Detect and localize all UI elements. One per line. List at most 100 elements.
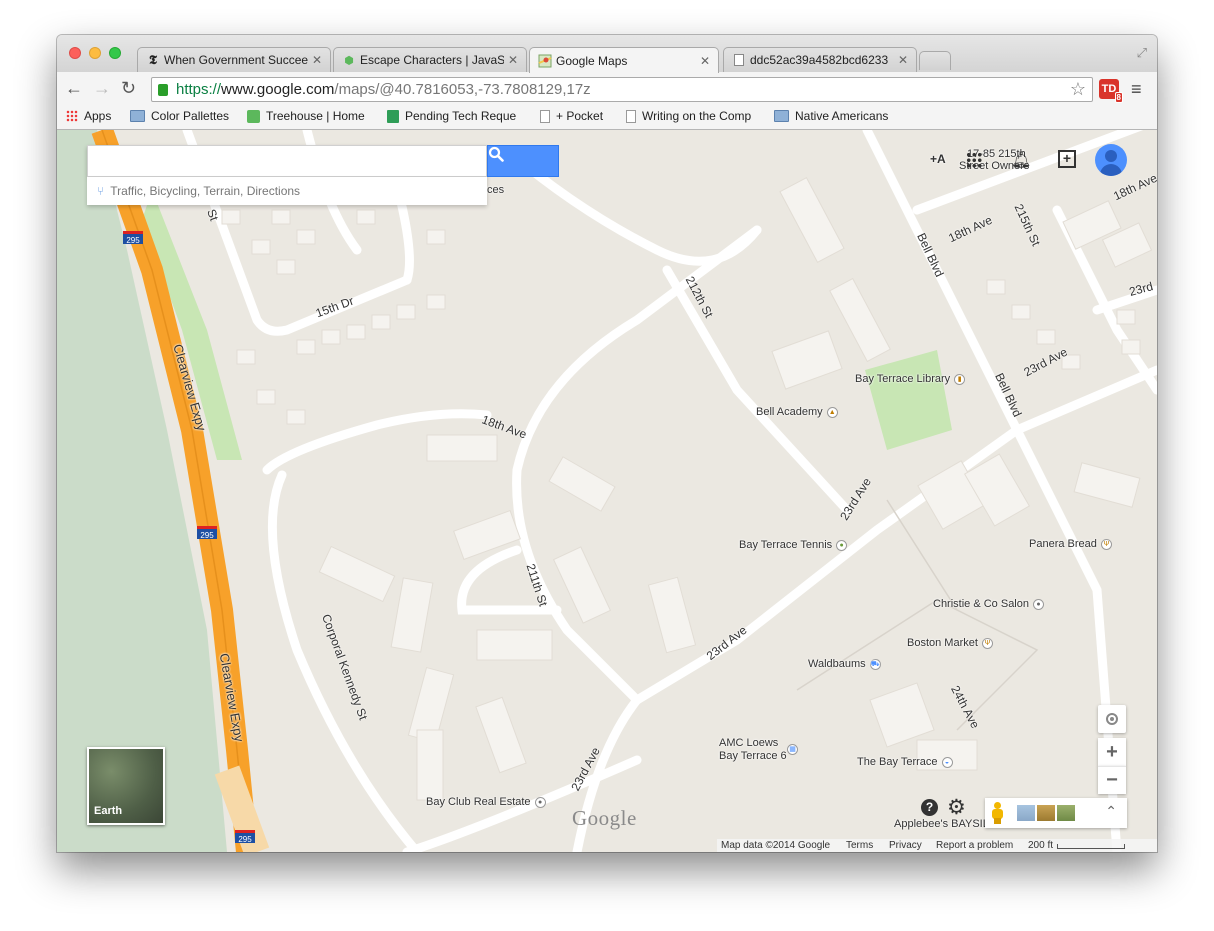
zoom-out-button[interactable]: − (1098, 766, 1126, 794)
lock-icon (158, 83, 168, 96)
bookmark-label: Native Americans (795, 109, 889, 123)
bookmark-writing[interactable]: Writing on the Comp (626, 109, 751, 123)
expand-chevron-icon[interactable]: ⌃ (1105, 803, 1117, 820)
business-icon: ● (534, 796, 546, 808)
place-waldbaums[interactable]: Waldbaums ⛟ (808, 658, 881, 670)
scale-bar (1057, 844, 1125, 849)
place-the-bay-terrace[interactable]: The Bay Terrace ◒ (857, 756, 953, 768)
bookmark-native-americans[interactable]: Native Americans (774, 109, 888, 123)
earth-view-toggle[interactable]: Earth (87, 747, 165, 825)
star-icon[interactable]: ☆ (1070, 79, 1086, 100)
menu-icon[interactable]: ≡ (1131, 79, 1142, 100)
apps-grid-icon (66, 110, 78, 122)
bookmark-label: Color Pallettes (151, 109, 230, 123)
google-logo: Google (572, 806, 637, 830)
close-tab-icon[interactable]: ✕ (312, 53, 322, 67)
suggestion-text: Traffic, Bicycling, Terrain, Directions (110, 184, 301, 198)
privacy-link[interactable]: Privacy (889, 840, 922, 851)
folder-icon (774, 110, 789, 122)
map-canvas[interactable]: ⑂ Traffic, Bicycling, Terrain, Direction… (57, 130, 1157, 852)
bookmarks-bar: Apps Color Pallettes Treehouse | Home Pe… (57, 106, 1157, 130)
minus-icon: − (1106, 769, 1118, 791)
bookmark-pocket[interactable]: + Pocket (540, 109, 603, 123)
search-input[interactable] (87, 145, 487, 177)
place-bay-club-real-estate[interactable]: Bay Club Real Estate ● (426, 796, 546, 808)
report-problem-link[interactable]: Report a problem (936, 840, 1013, 851)
bookmark-label: Apps (84, 109, 112, 123)
minimize-window-button[interactable] (89, 47, 101, 59)
tab-nytimes[interactable]: 𝕿 When Government Succeeds ✕ (137, 47, 331, 72)
notifications-bell-icon[interactable]: 🔔︎ (1011, 150, 1031, 170)
sports-icon: ● (836, 539, 848, 551)
close-window-button[interactable] (69, 47, 81, 59)
back-arrow-icon[interactable]: ← (65, 78, 83, 99)
place-christie-salon[interactable]: Christie & Co Salon ● (933, 598, 1044, 610)
bookmark-label: Pending Tech Reque (405, 109, 517, 123)
place-bay-terrace-tennis[interactable]: Bay Terrace Tennis ● (739, 539, 848, 551)
shopping-bag-icon: ◒ (941, 756, 953, 768)
close-tab-icon[interactable]: ✕ (898, 53, 908, 67)
place-boston-market[interactable]: Boston Market Ψ (907, 637, 993, 649)
map-footer: Map data ©2014 Google Terms Privacy Repo… (717, 839, 1157, 852)
directions-fork-icon: ⑂ (97, 184, 105, 198)
highway-shield-icon: 295 (235, 830, 255, 844)
tab-label: ddc52ac39a4582bcd6233 (750, 53, 889, 67)
browser-window: 𝕿 When Government Succeeds ✕ ⬢ Escape Ch… (57, 35, 1157, 852)
tab-ddc52[interactable]: ddc52ac39a4582bcd6233 ✕ (723, 47, 917, 72)
reload-icon[interactable]: ↻ (121, 78, 136, 99)
place-amc-loews[interactable]: AMC Loews Bay Terrace 6 (719, 737, 787, 763)
bookmark-apps[interactable]: Apps (66, 109, 111, 123)
search-field[interactable] (88, 146, 486, 176)
restaurant-icon: Ψ (981, 637, 993, 649)
imagery-thumbnail-2[interactable] (1037, 805, 1055, 821)
new-tab-button[interactable] (919, 51, 951, 70)
location-target-icon (1106, 713, 1118, 725)
zoom-in-button[interactable]: + (1098, 738, 1126, 766)
nytimes-icon: 𝕿 (149, 52, 157, 67)
help-icon[interactable]: ? (921, 799, 938, 816)
close-tab-icon[interactable]: ✕ (700, 54, 710, 68)
imagery-thumbnail-3[interactable] (1057, 805, 1075, 821)
map-background (57, 130, 1157, 852)
close-tab-icon[interactable]: ✕ (508, 53, 518, 67)
treehouse-icon (247, 109, 260, 123)
library-icon: ▮ (954, 373, 966, 385)
imagery-strip[interactable]: ⌃ (985, 798, 1127, 828)
bookmark-pending-tech[interactable]: Pending Tech Reque (387, 109, 516, 123)
avatar[interactable] (1095, 144, 1127, 176)
earth-label: Earth (94, 805, 123, 817)
street-label: ces (487, 184, 505, 196)
fullscreen-icon[interactable]: ⤢ (1137, 45, 1147, 61)
bookmark-color-pallettes[interactable]: Color Pallettes (130, 109, 229, 123)
tab-escape-characters[interactable]: ⬢ Escape Characters | JavaScript ✕ (333, 47, 527, 72)
place-applebees[interactable]: Applebee's BAYSIL (894, 818, 989, 830)
apps-grid-icon[interactable] (966, 152, 982, 168)
forward-arrow-icon[interactable]: → (93, 78, 111, 99)
url-scheme: https:// (176, 81, 222, 98)
maximize-window-button[interactable] (109, 47, 121, 59)
search-icon (488, 146, 504, 162)
tab-label: Google Maps (556, 53, 628, 68)
suggestion-row[interactable]: ⑂ Traffic, Bicycling, Terrain, Direction… (87, 177, 487, 205)
browser-toolbar: ← → ↻ https:// www.google.com /maps/@40.… (57, 72, 1157, 106)
address-bar[interactable]: https:// www.google.com /maps/@40.781605… (151, 77, 1093, 102)
extension-badge: 8 (1114, 92, 1123, 103)
imagery-thumbnail-1[interactable] (1017, 805, 1035, 821)
bookmark-treehouse[interactable]: Treehouse | Home (247, 109, 365, 123)
tab-google-maps[interactable]: Google Maps ✕ (529, 47, 719, 73)
settings-gear-icon[interactable]: ⚙ (947, 795, 966, 820)
share-plus-icon[interactable]: + (1058, 150, 1076, 168)
google-maps-icon (538, 54, 552, 68)
place-bay-terrace-library[interactable]: Bay Terrace Library ▮ (855, 373, 966, 385)
place-bell-academy[interactable]: Bell Academy ▲ (756, 406, 838, 418)
terms-link[interactable]: Terms (846, 840, 873, 851)
restaurant-icon: Ψ (1100, 538, 1112, 550)
my-location-button[interactable] (1098, 705, 1126, 733)
shop-icon: ● (1033, 598, 1044, 610)
page-icon (540, 109, 550, 123)
place-panera-bread[interactable]: Panera Bread Ψ (1029, 538, 1112, 550)
search-button[interactable] (487, 145, 559, 177)
extension-icon[interactable]: TD 8 (1099, 79, 1123, 103)
pegman-icon[interactable] (991, 802, 1003, 824)
plus-a-label[interactable]: +A (930, 152, 946, 166)
